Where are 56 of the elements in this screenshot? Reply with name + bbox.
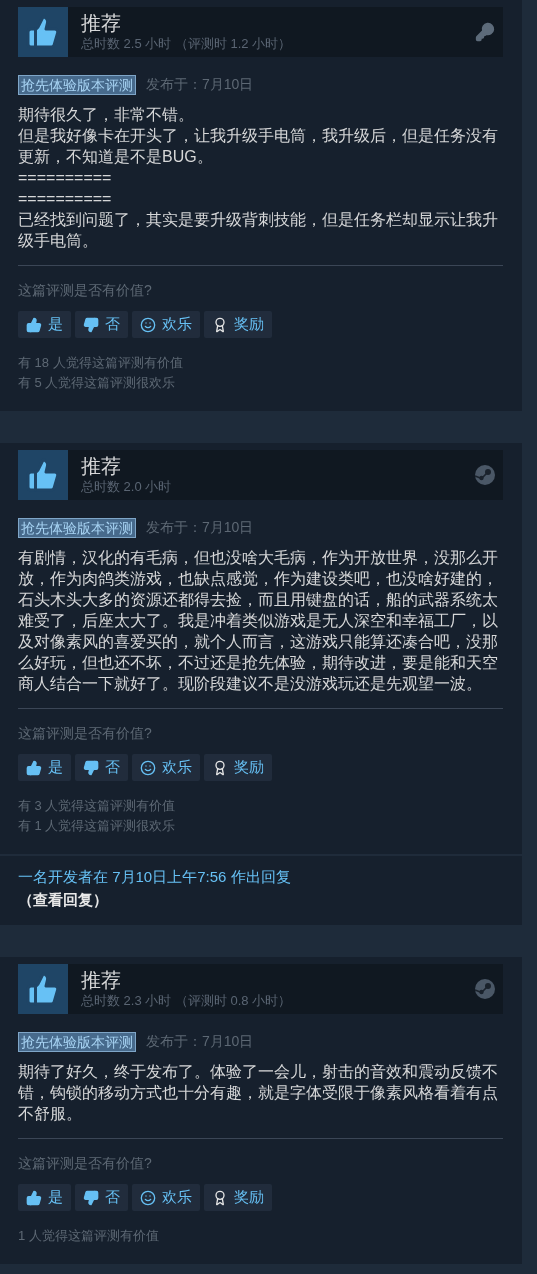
review-text: 期待了好久，终于发布了。体验了一会儿，射击的音效和震动反馈不错，钩锁的移动方式也十分有趣，就是字体受限于像素风格看着有点不舒服。 [18,1062,499,1124]
review-text: 但是我好像卡在开头了，让我升级手电筒，我升级后，但是任务没有更新，不知道是不是BUG。 [18,126,499,167]
steam-logo-icon [475,979,495,999]
thumbs-up-icon [26,1189,42,1206]
review-verdict: 推荐 [81,968,122,994]
playtime-hours: 总时数 2.0 小时 [81,479,173,496]
vote-count: 有 3 人觉得这篇评测有价值 [18,797,177,815]
thumbs-up-icon [26,316,42,333]
vote-count: 有 1 人觉得这篇评测很欢乐 [18,817,177,835]
vote-button[interactable]: 奖励 [204,754,272,781]
vote-button[interactable]: 欢乐 [132,754,200,781]
posted-date: 发布于：7月10日 [146,518,254,537]
steam-logo-icon [475,465,495,485]
view-reply-link[interactable]: （查看回复） [18,888,504,911]
ribbon-icon [212,1189,228,1206]
helpful-question: 这篇评测是否有价值? [18,281,153,300]
review-text: ========== [18,168,113,188]
vote-count: 有 5 人觉得这篇评测很欢乐 [18,374,177,392]
playtime-hours: 总时数 2.3 小时 （评测时 0.8 小时） [81,993,293,1010]
ribbon-icon [212,759,228,776]
early-access-tag: 抢先体验版本评测 [18,517,136,538]
helpful-question: 这篇评测是否有价值? [18,1154,153,1173]
review-text: 有剧情，汉化的有毛病，但也没啥大毛病，作为开放世界，没那么开放，作为肉鸽类游戏，也缺点感觉，作为建设类吧，也没啥好建的，石头木头大多的资源还都得去捡，而且用键盘的话，船的武器系统太难受了，后座太大了。我是冲着类似游戏是无人深空和幸福工厂，以及对像素风的喜爱买的，就个人而言，这游戏只能算还凑合吧，没那么好玩，但也还不坏，不过还是抢先体验，期待改进，要是能和天空商人结合一下就好了。现阶段建议不是没游戏玩还是先观望一波。 [18,548,499,694]
posted-date: 发布于：7月10日 [146,1032,254,1051]
thumbs-down-icon [83,759,99,776]
vote-button[interactable]: 奖励 [204,1184,272,1211]
vote-button[interactable]: 是 [18,1184,71,1211]
vote-button[interactable]: 欢乐 [132,311,200,338]
vote-count: 有 18 人觉得这篇评测有价值 [18,354,184,372]
smiley-icon [140,316,156,333]
review-verdict: 推荐 [81,11,122,37]
ribbon-icon [212,316,228,333]
vote-button[interactable]: 否 [75,1184,128,1211]
thumbs-down-icon [83,1189,99,1206]
vote-button[interactable]: 奖励 [204,311,272,338]
thumbs-down-icon [83,316,99,333]
smiley-icon [140,759,156,776]
vote-button[interactable]: 是 [18,311,71,338]
vote-button[interactable]: 否 [75,754,128,781]
vote-button[interactable]: 欢乐 [132,1184,200,1211]
vote-button[interactable]: 否 [75,311,128,338]
thumbs-up-icon [26,759,42,776]
review-verdict: 推荐 [81,454,122,480]
posted-date: 发布于：7月10日 [146,75,254,94]
key-icon [475,22,495,42]
review-text: 期待很久了，非常不错。 [18,105,195,125]
early-access-tag: 抢先体验版本评测 [18,1031,136,1052]
vote-button[interactable]: 是 [18,754,71,781]
helpful-question: 这篇评测是否有价值? [18,724,153,743]
review-text: ========== [18,189,113,209]
vote-count: 1 人觉得这篇评测有价值 [18,1227,160,1245]
review-text: 已经找到问题了，其实是要升级背刺技能，但是任务栏却显示让我升级手电筒。 [18,210,499,251]
playtime-hours: 总时数 2.5 小时 （评测时 1.2 小时） [81,36,293,53]
early-access-tag: 抢先体验版本评测 [18,74,136,95]
smiley-icon [140,1189,156,1206]
developer-reply-note: 一名开发者在 7月10日上午7:56 作出回复 [18,867,292,887]
